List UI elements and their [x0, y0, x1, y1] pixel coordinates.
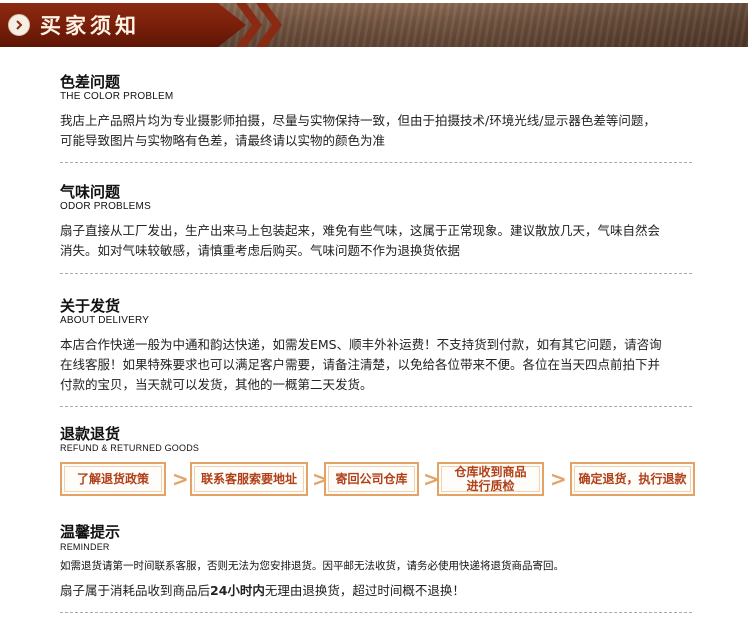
section-title: 关于发货: [60, 297, 121, 315]
divider: [60, 162, 692, 163]
section-title: 退款退货: [60, 425, 121, 443]
reminder-policy-pre: 扇子属于消耗品收到商品后: [60, 583, 211, 598]
section-body: 扇子直接从工厂发出，生产出来马上包装起来，难免有些气味，这属于正常现象。建议散放…: [60, 223, 661, 258]
step-contact-service: 联系客服索要地址: [190, 462, 308, 496]
refund-steps: 了解退货政策 > 联系客服索要地址 > 寄回公司仓库 > 仓库收到商品 进行质检…: [60, 462, 695, 496]
section-color-problem: 色差问题 THE COLOR PROBLEM 我店上产品照片均为专业摄影师拍摄，…: [60, 73, 700, 151]
divider: [60, 612, 692, 613]
step-confirm-refund: 确定退货，执行退款: [570, 462, 695, 496]
step-label: 仓库收到商品 进行质检: [454, 465, 527, 493]
step-label: 了解退货政策: [76, 472, 149, 486]
divider: [60, 273, 692, 274]
reminder-policy: 扇子属于消耗品收到商品后24小时内无理由退换货，超过时间概不退换！: [60, 582, 700, 600]
section-body: 本店合作快递一般为中通和韵达快递，如需发EMS、顺丰外补运费！不支持货到付款，如…: [60, 337, 662, 392]
step-ship-back: 寄回公司仓库: [324, 462, 419, 496]
section-odor-problems: 气味问题 ODOR PROBLEMS 扇子直接从工厂发出，生产出来马上包装起来，…: [60, 183, 700, 261]
section-subtitle: REMINDER: [60, 542, 110, 552]
header-banner: 买家须知: [0, 3, 748, 47]
reminder-policy-highlight: 24小时内: [210, 583, 265, 598]
step-arrow: >: [550, 467, 567, 491]
section-subtitle: ABOUT DELIVERY: [60, 315, 150, 326]
step-arrow: >: [172, 467, 189, 491]
section-title: 温馨提示: [60, 523, 121, 541]
section-about-delivery: 关于发货 ABOUT DELIVERY 本店合作快递一般为中通和韵达快递，如需发…: [60, 297, 700, 395]
section-body: 我店上产品照片均为专业摄影师拍摄，尽量与实物保持一致，但由于拍摄技术/环境光线/…: [60, 113, 656, 148]
step-inspection: 仓库收到商品 进行质检: [437, 462, 544, 496]
step-label: 寄回公司仓库: [335, 472, 408, 486]
divider: [60, 406, 692, 407]
section-title: 气味问题: [60, 183, 121, 201]
section-subtitle: THE COLOR PROBLEM: [60, 91, 174, 102]
page-title: 买家须知: [40, 13, 140, 38]
section-subtitle: ODOR PROBLEMS: [60, 201, 151, 212]
step-label: 确定退货，执行退款: [578, 472, 687, 486]
section-reminder: 温馨提示 REMINDER 如需退货请第一时间联系客服，否则无法为您安排退货。因…: [60, 521, 700, 600]
reminder-text: 如需退货请第一时间联系客服，否则无法为您安排退货。因平邮无法收货，请务必使用快递…: [60, 560, 564, 572]
section-subtitle: REFUND & RETURNED GOODS: [60, 443, 200, 453]
section-title: 色差问题: [60, 73, 121, 91]
reminder-policy-post: 无理由退换货，超过时间概不退换！: [264, 583, 465, 598]
step-label: 联系客服索要地址: [200, 472, 297, 486]
section-refund: 退款退货 REFUND & RETURNED GOODS: [60, 425, 700, 454]
chevron-right-icon: [8, 14, 30, 36]
step-return-policy: 了解退货政策: [60, 462, 166, 496]
